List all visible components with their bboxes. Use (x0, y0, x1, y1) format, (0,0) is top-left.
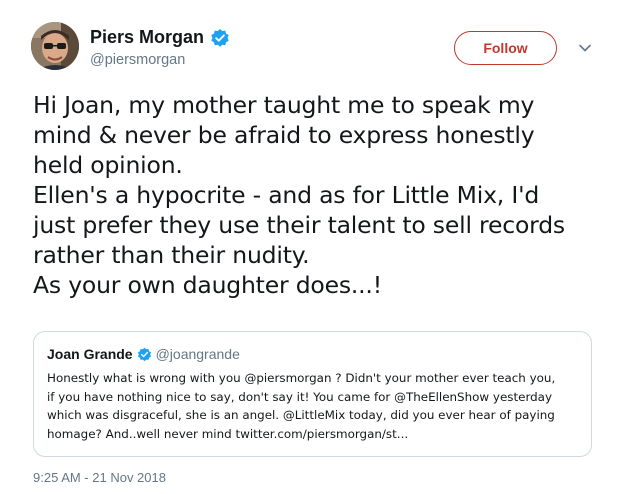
quoted-text-line: if you have nothing nice to say, don't s… (47, 389, 552, 404)
quoted-text-line: homage? And..well never mind twitter.com… (47, 426, 409, 441)
follow-button[interactable]: Follow (454, 31, 557, 65)
avatar-photo-icon (31, 22, 79, 70)
author-handle[interactable]: @piersmorgan (90, 52, 185, 68)
tweet-text-line: As your own daughter does...! (33, 271, 382, 299)
verified-badge-icon (210, 28, 230, 48)
author-display-name[interactable]: Piers Morgan (90, 27, 204, 48)
verified-badge-icon (137, 347, 152, 362)
tweet-card: Piers Morgan @piersmorgan Follow Hi Joan… (0, 0, 618, 494)
tweet-text-line: held opinion. (33, 151, 183, 179)
chevron-down-icon[interactable] (578, 40, 592, 54)
quoted-tweet[interactable]: Joan Grande @joangrande Honestly what is… (33, 331, 592, 457)
quoted-text-line: Honestly what is wrong with you @piersmo… (47, 371, 556, 385)
tweet-text-line: rather than their nudity. (33, 241, 310, 269)
avatar[interactable] (31, 22, 79, 70)
quoted-tweet-text: Honestly what is wrong with you @piersmo… (47, 369, 578, 443)
tweet-text-line: Hi Joan, my mother taught me to speak my (33, 91, 535, 119)
quoted-text-line: which was disgraceful, she is an angel. … (47, 408, 555, 422)
author-name-row: Piers Morgan (90, 27, 230, 48)
tweet-text-line: Ellen's a hypocrite - and as for Little … (33, 181, 540, 209)
quoted-author-handle: @joangrande (155, 346, 240, 362)
tweet-text: Hi Joan, my mother taught me to speak my… (33, 90, 603, 300)
tweet-text-line: mind & never be afraid to express honest… (33, 121, 535, 149)
tweet-text-line: just prefer they use their talent to sel… (33, 211, 565, 239)
tweet-timestamp[interactable]: 9:25 AM - 21 Nov 2018 (33, 470, 166, 485)
quoted-tweet-header: Joan Grande @joangrande (47, 344, 578, 364)
quoted-author-name: Joan Grande (47, 346, 133, 362)
